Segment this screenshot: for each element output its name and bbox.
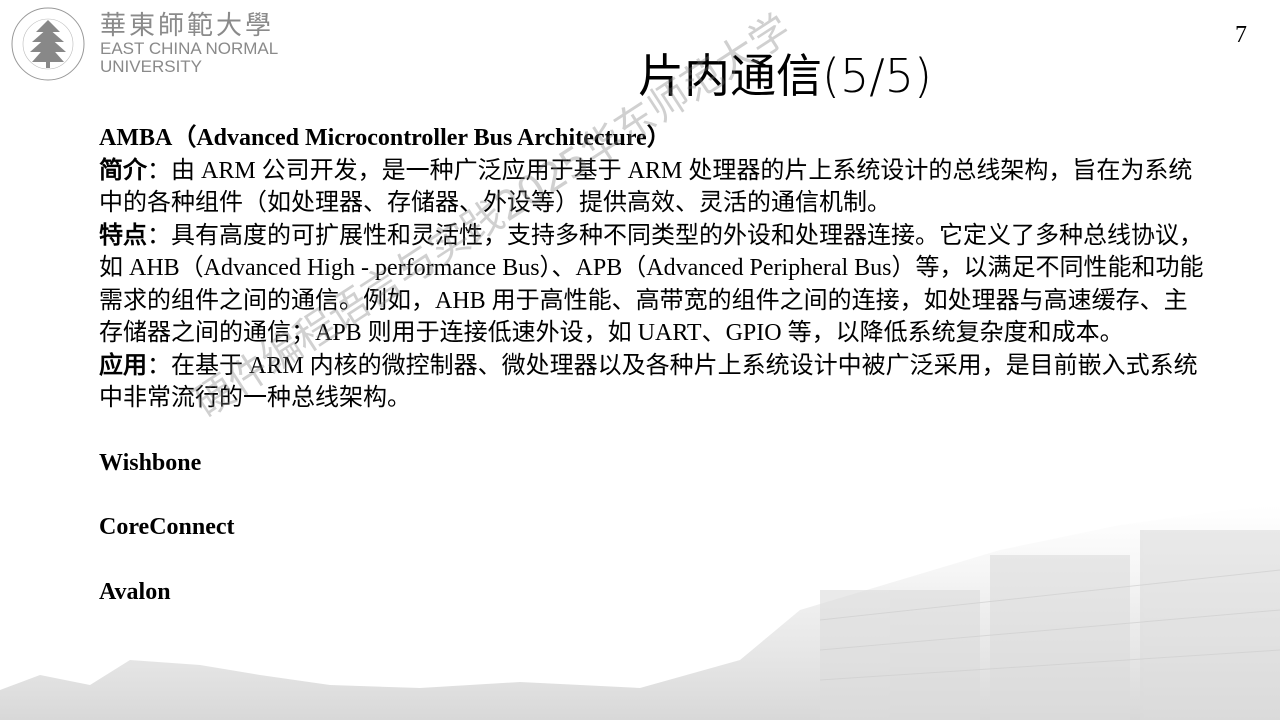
slide-title: 片内通信(5/5) xyxy=(638,49,932,103)
amba-application: 应用：在基于 ARM 内核的微控制器、微处理器以及各种片上系统设计中被广泛采用，… xyxy=(99,350,1209,415)
intro-label: 简介 xyxy=(99,157,147,184)
university-seal-icon xyxy=(11,7,85,81)
university-name-en-2: UNIVERSITY xyxy=(100,57,203,76)
amba-heading: AMBA（Advanced Microcontroller Bus Archit… xyxy=(99,125,671,151)
features-text: ：具有高度的可扩展性和灵活性，支持多种不同类型的外设和处理器连接。它定义了多种总… xyxy=(99,222,1204,347)
slide-body: AMBA（Advanced Microcontroller Bus Archit… xyxy=(99,122,1209,608)
university-name-en-1: EAST CHINA NORMAL xyxy=(100,39,279,58)
amba-features: 特点：具有高度的可扩展性和灵活性，支持多种不同类型的外设和处理器连接。它定义了多… xyxy=(99,220,1209,350)
university-name-cn: 華東師範大學 xyxy=(100,11,275,41)
bus-avalon: Avalon xyxy=(99,578,171,605)
bus-wishbone: Wishbone xyxy=(99,449,202,476)
application-text: ：在基于 ARM 内核的微控制器、微处理器以及各种片上系统设计中被广泛采用，是目… xyxy=(99,352,1198,412)
features-label: 特点 xyxy=(99,222,147,249)
university-logo: 華東師範大學 EAST CHINA NORMAL UNIVERSITY xyxy=(10,6,278,82)
intro-text: ：由 ARM 公司开发，是一种广泛应用于基于 ARM 处理器的片上系统设计的总线… xyxy=(99,157,1193,217)
bus-coreconnect: CoreConnect xyxy=(99,514,235,540)
page-number: 7 xyxy=(1235,22,1247,48)
application-label: 应用 xyxy=(99,352,147,379)
amba-intro: 简介：由 ARM 公司开发，是一种广泛应用于基于 ARM 处理器的片上系统设计的… xyxy=(99,155,1209,220)
